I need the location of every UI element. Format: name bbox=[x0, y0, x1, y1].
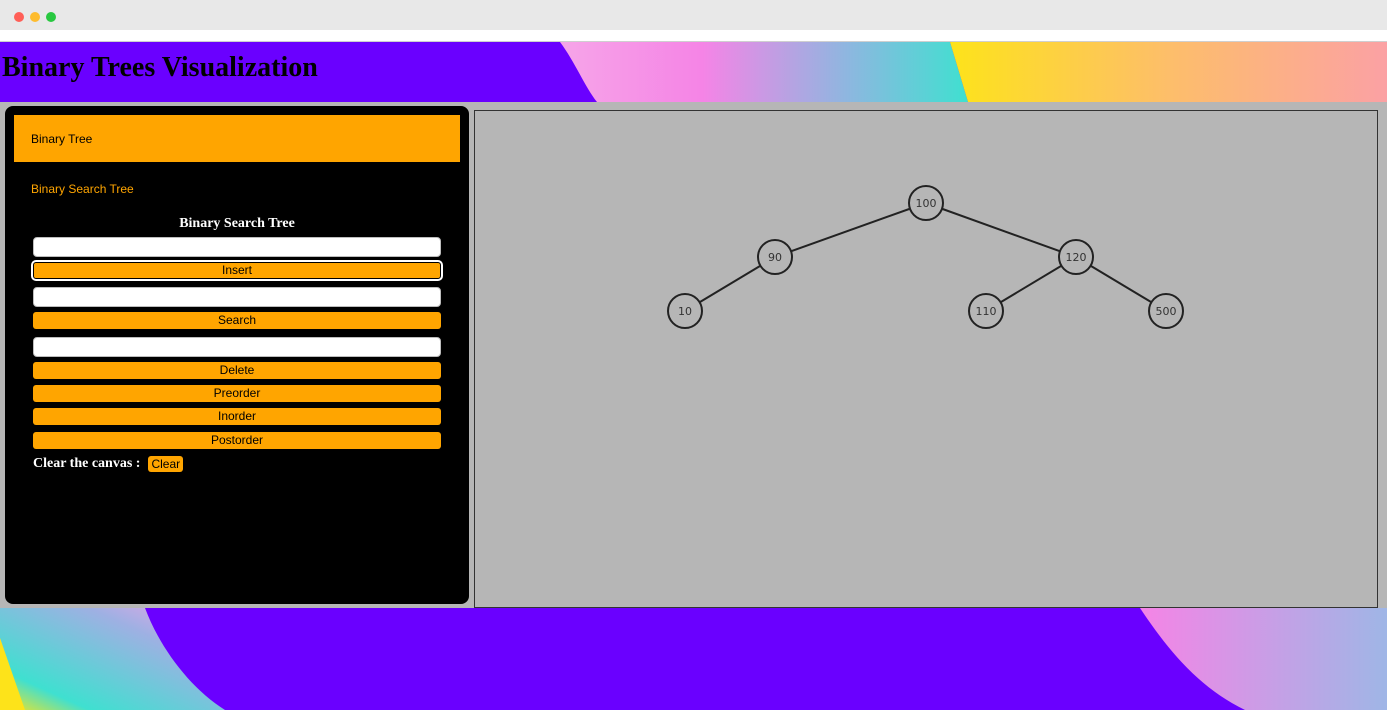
postorder-button[interactable]: Postorder bbox=[33, 432, 441, 449]
tab-binary-tree[interactable]: Binary Tree bbox=[14, 115, 460, 162]
tree-node: 100 bbox=[908, 185, 944, 221]
address-bar-strip bbox=[0, 30, 1387, 41]
search-button[interactable]: Search bbox=[33, 312, 441, 329]
delete-button[interactable]: Delete bbox=[33, 362, 441, 379]
control-sidebar: Binary Tree Binary Search Tree Binary Se… bbox=[5, 106, 469, 604]
page-header: Binary Trees Visualization bbox=[0, 42, 1387, 102]
tree-edge bbox=[774, 202, 927, 258]
minimize-window-dot-icon[interactable] bbox=[30, 12, 40, 22]
tree-node-label: 110 bbox=[976, 305, 997, 318]
maximize-window-dot-icon[interactable] bbox=[46, 12, 56, 22]
clear-canvas-row: Clear the canvas : Clear bbox=[33, 456, 184, 472]
close-window-dot-icon[interactable] bbox=[14, 12, 24, 22]
tree-drawing: 100 90 120 10 110 500 bbox=[667, 185, 1184, 329]
clear-canvas-label: Clear the canvas : bbox=[33, 456, 141, 471]
delete-value-input[interactable] bbox=[33, 337, 441, 357]
panel-title: Binary Search Tree bbox=[179, 216, 295, 231]
tree-node: 120 bbox=[1058, 239, 1094, 275]
tree-node-label: 120 bbox=[1066, 251, 1087, 264]
tree-node-label: 500 bbox=[1156, 305, 1177, 318]
preorder-button[interactable]: Preorder bbox=[33, 385, 441, 402]
tab-binary-search-tree[interactable]: Binary Search Tree bbox=[31, 182, 134, 196]
tree-node-label: 90 bbox=[768, 251, 782, 264]
page-title: Binary Trees Visualization bbox=[2, 52, 318, 83]
tree-node: 90 bbox=[757, 239, 793, 275]
search-value-input[interactable] bbox=[33, 287, 441, 307]
main-area: Binary Tree Binary Search Tree Binary Se… bbox=[0, 102, 1387, 608]
tree-node: 10 bbox=[667, 293, 703, 329]
tree-node-label: 100 bbox=[916, 197, 937, 210]
footer-decoration bbox=[0, 608, 1387, 710]
browser-chrome bbox=[0, 0, 1387, 42]
insert-button[interactable]: Insert bbox=[31, 260, 443, 281]
tree-canvas[interactable]: 100 90 120 10 110 500 bbox=[474, 110, 1378, 608]
tree-node-label: 10 bbox=[678, 305, 692, 318]
tree-edge bbox=[925, 202, 1077, 258]
tree-node: 500 bbox=[1148, 293, 1184, 329]
page-footer bbox=[0, 608, 1387, 710]
insert-value-input[interactable] bbox=[33, 237, 441, 257]
clear-button[interactable]: Clear bbox=[148, 456, 184, 472]
inorder-button[interactable]: Inorder bbox=[33, 408, 441, 425]
tree-node: 110 bbox=[968, 293, 1004, 329]
